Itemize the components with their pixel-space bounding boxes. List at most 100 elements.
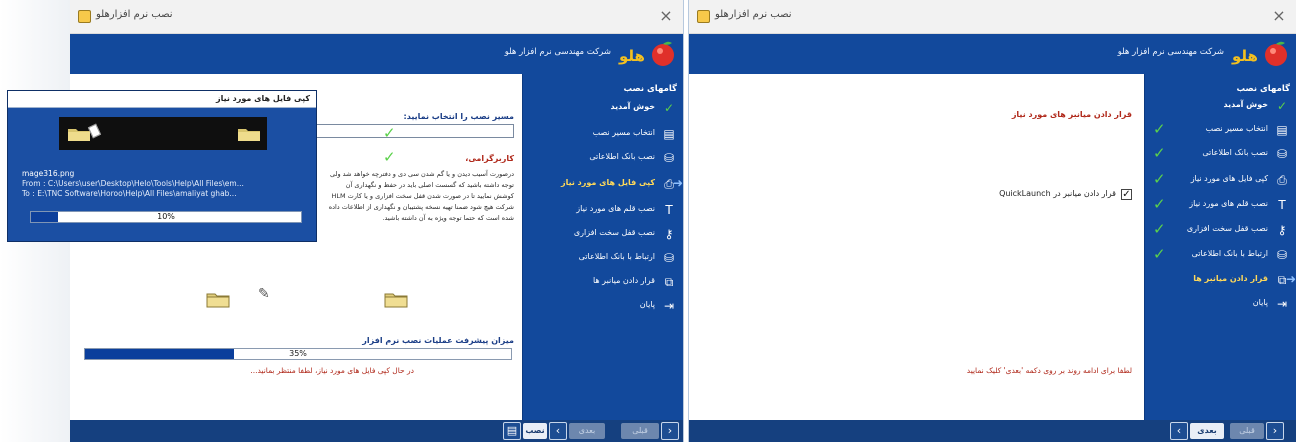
dialog-title: کپی فایل های مورد نیاز	[216, 94, 310, 103]
shortcut-icon: ⧉	[664, 275, 674, 289]
quicklaunch-checkbox[interactable]: ✓	[1121, 189, 1132, 200]
prev-button[interactable]: قبلی	[1230, 423, 1264, 439]
step-label: انتخاب مسیر نصب	[1205, 124, 1268, 133]
next-button[interactable]: بعدی	[1190, 423, 1224, 439]
step-label: نصب قلم های مورد نیاز	[1189, 199, 1268, 208]
current-file-name: mage316.png	[22, 169, 75, 178]
steps-title: گامهای نصب	[1236, 84, 1290, 94]
install-path-label: مسیر نصب را انتخاب نمایید:	[403, 112, 514, 121]
app-icon	[78, 10, 91, 23]
logo-text: هلو	[618, 47, 645, 65]
check-icon: ✓	[1153, 170, 1166, 188]
next-chevron-icon[interactable]: ‹	[1170, 422, 1188, 440]
user-notice-text: درصورت آسیب دیدن و یا گم شدن سی دی و دفت…	[328, 170, 514, 222]
copy-icon: ⎙	[664, 177, 674, 191]
step-label: نصب قفل سخت افزاری	[1186, 224, 1268, 233]
step-label: ارتباط با بانک اطلاعاتی	[578, 252, 655, 261]
destination-folder-icon	[384, 293, 408, 308]
install-steps-sidebar: گامهای نصب ✓ خوش آمدید ✓ ▤ انتخاب مسیر ن…	[1144, 74, 1296, 420]
check-icon: ✓	[1276, 99, 1288, 113]
step-copy-files: ➜ ⎙ کپی فایل های مورد نیاز	[523, 174, 683, 196]
step-label: خوش آمدید	[1223, 100, 1268, 109]
install-progress-label: میزان پیشرفت عملیات نصب نرم افزار	[362, 336, 514, 345]
check-icon: ✓	[383, 148, 396, 166]
window-title: نصب نرم افزارهلو	[96, 9, 173, 20]
step-install-database: ✓ ⛁ نصب بانک اطلاعاتی	[1145, 144, 1292, 166]
font-icon: T	[1278, 198, 1286, 212]
check-icon: ✓	[1153, 195, 1166, 213]
header-banner: شرکت مهندسی نرم افزار هلو هلو	[70, 34, 683, 74]
check-icon: ✓	[1153, 120, 1166, 138]
step-shortcuts: ➜ ⧉ قرار دادن میانبر ها	[1145, 270, 1296, 292]
next-chevron-icon[interactable]: ‹	[549, 422, 567, 440]
quicklaunch-label: قرار دادن میانبر در QuickLaunch	[999, 189, 1116, 198]
install-steps-sidebar: گامهای نصب ✓ خوش آمدید ✓ ▤ انتخاب مسیر ن…	[383, 74, 683, 420]
check-icon: ✓	[1153, 144, 1166, 162]
step-finish: ⇥ پایان	[523, 296, 679, 318]
step-label: پایان	[639, 300, 655, 309]
step-label: ارتباط با بانک اطلاعاتی	[1191, 249, 1268, 258]
logo-text: هلو	[1231, 47, 1258, 65]
company-name: شرکت مهندسی نرم افزار هلو	[504, 47, 611, 57]
copy-files-dialog: کپی فایل های مورد نیاز mage316.png From …	[7, 90, 317, 242]
step-label: قرار دادن میانبر ها	[1193, 274, 1268, 283]
step-welcome: ✓ خوش آمدید	[523, 98, 679, 120]
step-label: کپی فایل های مورد نیاز	[1190, 174, 1268, 183]
step-install-lock: ⚷ نصب قفل سخت افزاری	[523, 224, 679, 246]
exit-icon: ⇥	[1276, 297, 1288, 311]
footer-bar: › قبلی بعدی ‹	[689, 420, 1296, 442]
quicklaunch-option[interactable]: ✓ قرار دادن میانبر در QuickLaunch	[972, 188, 1132, 202]
prev-chevron-icon[interactable]: ›	[1266, 422, 1284, 440]
install-icon[interactable]: ▤	[503, 422, 521, 440]
check-icon: ✓	[1153, 245, 1166, 263]
check-icon: ✓	[663, 101, 675, 115]
step-shortcuts: ⧉ قرار دادن میانبر ها	[523, 272, 679, 294]
prev-button[interactable]: قبلی	[621, 423, 659, 439]
copy-progress-percent: 10%	[157, 212, 175, 221]
exit-icon: ⇥	[663, 299, 675, 313]
shortcuts-heading: قرار دادن میانبر های مورد نیاز	[1011, 110, 1132, 119]
steps-title: گامهای نصب	[623, 84, 677, 94]
user-notice-heading: کاربرگرامی،	[465, 154, 514, 163]
step-label: نصب بانک اطلاعاتی	[1202, 148, 1268, 157]
path-icon: ▤	[1276, 123, 1288, 137]
key-icon: ⚷	[664, 227, 674, 241]
step-copy-files: ✓ ⎙ کپی فایل های مورد نیاز	[1145, 170, 1292, 192]
app-icon	[697, 10, 710, 23]
close-icon[interactable]: ×	[1268, 5, 1290, 27]
database-icon: ⛁	[1276, 147, 1288, 161]
step-label: خوش آمدید	[610, 102, 655, 111]
title-bar[interactable]: نصب نرم افزارهلو ×	[689, 0, 1296, 34]
company-name: شرکت مهندسی نرم افزار هلو	[1117, 47, 1224, 57]
folder-icon	[238, 129, 260, 141]
copy-animation	[59, 117, 267, 150]
window-title: نصب نرم افزارهلو	[715, 9, 792, 20]
continue-instruction: لطفا برای ادامه روند بر روی دکمه 'بعدی' …	[966, 366, 1132, 375]
step-install-lock: ✓ ⚷ نصب قفل سخت افزاری	[1145, 220, 1292, 242]
step-label: پایان	[1252, 298, 1268, 307]
peach-logo-icon: هلو	[618, 41, 674, 66]
dialog-title-bar[interactable]: کپی فایل های مورد نیاز	[8, 91, 316, 108]
copy-icon: ⎙	[1277, 173, 1287, 187]
database-link-icon: ⛁	[1276, 248, 1288, 262]
check-icon: ✓	[383, 124, 396, 142]
step-welcome: ✓ خوش آمدید	[1145, 96, 1292, 118]
step-label: قرار دادن میانبر ها	[592, 276, 655, 285]
next-button[interactable]: بعدی	[569, 423, 605, 439]
step-label: نصب قلم های مورد نیاز	[576, 204, 655, 213]
prev-chevron-icon[interactable]: ›	[661, 422, 679, 440]
step-connect-database: ⛁ ارتباط با بانک اطلاعاتی	[523, 248, 679, 270]
step-install-fonts: T نصب قلم های مورد نیاز	[523, 200, 679, 222]
copy-progress-bar: 10%	[30, 211, 302, 223]
install-progress-percent: 35%	[289, 349, 307, 358]
path-icon: ▤	[663, 127, 675, 141]
install-button[interactable]: نصب	[523, 423, 547, 439]
step-finish: ⇥ پایان	[1145, 294, 1292, 316]
installer-window-shortcuts: نصب نرم افزارهلو × شرکت مهندسی نرم افزار…	[688, 0, 1296, 442]
install-progress-bar: 35%	[84, 348, 512, 360]
title-bar[interactable]: نصب نرم افزارهلو ×	[70, 0, 683, 34]
peach-logo-icon: هلو	[1231, 41, 1287, 66]
copy-status-text: در حال کپی فایل های مورد نیاز، لطفا منتظ…	[250, 366, 414, 375]
footer-bar: › قبلی بعدی ‹ نصب ▤	[70, 420, 683, 442]
close-icon[interactable]: ×	[655, 5, 677, 27]
